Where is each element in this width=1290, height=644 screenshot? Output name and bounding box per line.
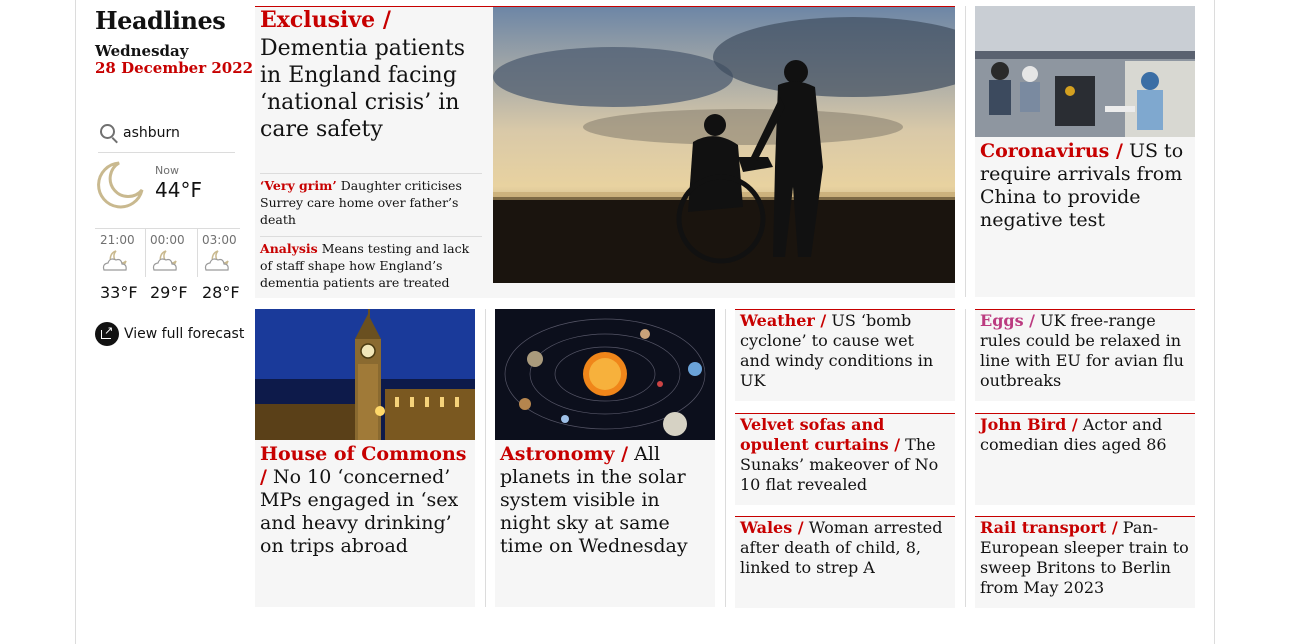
story-text: Rail transport / Pan-European sleeper tr… <box>980 518 1189 598</box>
current-date: 28 December 2022 <box>95 59 254 77</box>
location-search-input[interactable] <box>123 125 233 141</box>
story-kicker: Rail transport / <box>980 518 1118 537</box>
search-icon <box>100 124 115 139</box>
story-image <box>495 309 715 440</box>
hourly-temp: 28°F <box>202 283 240 302</box>
story-card[interactable]: Astronomy / All planets in the solar sys… <box>495 309 715 607</box>
story-text: House of Commons / No 10 ‘concerned’ MPs… <box>260 443 469 558</box>
section-title: Headlines <box>95 6 226 35</box>
story-text: Wales / Woman arrested after death of ch… <box>740 518 949 578</box>
story-text: Weather / US ‘bomb cyclone’ to cause wet… <box>740 311 949 391</box>
story-card[interactable]: Velvet sofas and opulent curtains / The … <box>735 413 955 505</box>
story-text: Coronavirus / US to require arrivals fro… <box>980 140 1189 232</box>
story-kicker: Eggs / <box>980 311 1035 330</box>
hourly-forecast: 21:00 33°F 00:00 29°F 03:00 28°F <box>95 228 240 309</box>
story-text: Velvet sofas and opulent curtains / The … <box>740 415 949 495</box>
current-day: Wednesday <box>95 42 189 60</box>
story-card[interactable]: Coronavirus / US to require arrivals fro… <box>975 6 1195 297</box>
page-frame-left <box>75 0 76 644</box>
hourly-item: 03:00 28°F <box>197 229 243 307</box>
forecast-link-label: View full forecast <box>124 326 245 342</box>
story-kicker: Wales / <box>740 518 804 537</box>
hourly-time: 00:00 <box>150 233 185 247</box>
story-card[interactable]: Eggs / UK free-range rules could be rela… <box>975 309 1195 401</box>
story-headline: No 10 ‘concerned’ MPs engaged in ‘sex an… <box>260 466 459 557</box>
hourly-time: 21:00 <box>100 233 135 247</box>
story-kicker: John Bird / <box>980 415 1078 434</box>
sublink[interactable]: ‘Very grim’ Daughter criticises Surrey c… <box>260 173 482 228</box>
location-search <box>98 122 235 153</box>
lead-image <box>493 7 955 283</box>
hourly-temp: 33°F <box>100 283 138 302</box>
column-divider <box>965 309 966 607</box>
column-divider <box>725 309 726 607</box>
story-text: John Bird / Actor and comedian dies aged… <box>980 415 1189 455</box>
story-card[interactable]: John Bird / Actor and comedian dies aged… <box>975 413 1195 505</box>
hourly-temp: 29°F <box>150 283 188 302</box>
page-frame-right <box>1214 0 1215 644</box>
story-card[interactable]: House of Commons / No 10 ‘concerned’ MPs… <box>255 309 475 607</box>
story-text: Astronomy / All planets in the solar sys… <box>500 443 709 558</box>
story-text: Eggs / UK free-range rules could be rela… <box>980 311 1189 391</box>
sublink-kicker: Analysis <box>260 241 318 256</box>
column-divider <box>485 309 486 607</box>
hourly-item: 21:00 33°F <box>95 229 141 307</box>
partly-cloudy-night-icon <box>204 250 229 271</box>
partly-cloudy-night-icon <box>152 250 177 271</box>
story-kicker: Astronomy / <box>500 443 629 465</box>
lead-story-card[interactable]: Exclusive / Dementia patients in England… <box>255 6 955 298</box>
story-card[interactable]: Rail transport / Pan-European sleeper tr… <box>975 516 1195 608</box>
column-divider <box>965 6 966 297</box>
lead-kicker: Exclusive / <box>260 7 391 33</box>
story-kicker: Weather / <box>740 311 827 330</box>
sublink[interactable]: Analysis Means testing and lack of staff… <box>260 236 482 291</box>
story-kicker: Coronavirus / <box>980 140 1123 162</box>
story-kicker: Velvet sofas and opulent curtains / <box>740 415 901 454</box>
view-full-forecast-link[interactable]: View full forecast <box>95 321 244 347</box>
hourly-time: 03:00 <box>202 233 237 247</box>
story-card[interactable]: Weather / US ‘bomb cyclone’ to cause wet… <box>735 309 955 401</box>
weather-now-temp: 44°F <box>155 178 202 202</box>
story-card[interactable]: Wales / Woman arrested after death of ch… <box>735 516 955 608</box>
sublink-kicker: ‘Very grim’ <box>260 178 337 193</box>
external-link-icon <box>95 322 119 346</box>
story-image <box>975 6 1195 137</box>
story-image <box>255 309 475 440</box>
crescent-moon-icon <box>97 161 144 209</box>
partly-cloudy-night-icon <box>102 250 127 271</box>
weather-now-label: Now <box>155 164 179 177</box>
lead-headline[interactable]: Dementia patients in England facing ‘nat… <box>260 35 485 143</box>
hourly-item: 00:00 29°F <box>145 229 191 307</box>
